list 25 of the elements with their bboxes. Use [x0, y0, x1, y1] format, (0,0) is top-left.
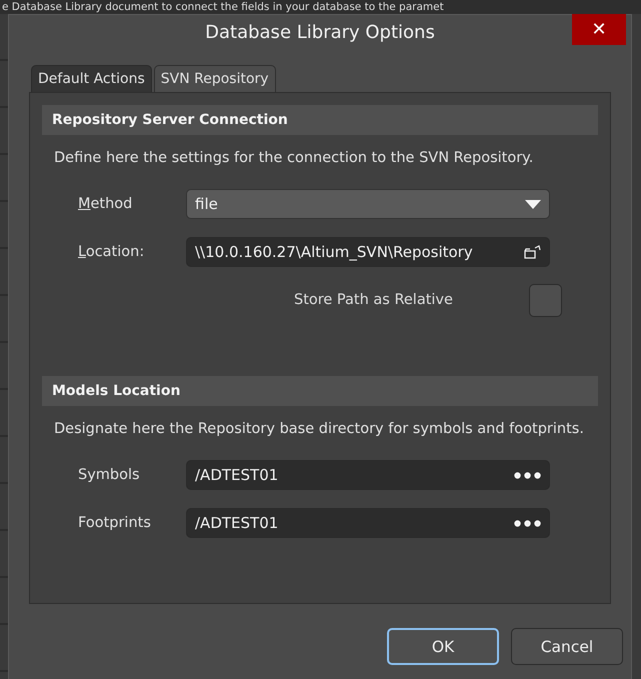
- more-icon[interactable]: [514, 472, 541, 478]
- field-label: Symbols: [77, 467, 141, 483]
- dialog-button[interactable]: OK: [387, 628, 499, 665]
- window-title: Database Library Options: [205, 22, 435, 42]
- path-field[interactable]: /ADTEST01: [186, 508, 550, 538]
- caret-icon: [525, 200, 541, 208]
- path-field[interactable]: /ADTEST01: [186, 460, 550, 490]
- field-label: Footprints: [77, 515, 152, 531]
- dialog-button[interactable]: Cancel: [511, 628, 623, 665]
- field-label: Method: [77, 196, 134, 212]
- field-label: Location:: [77, 244, 146, 260]
- close-button[interactable]: ✕: [572, 14, 626, 45]
- tab[interactable]: Default Actions: [31, 65, 152, 92]
- more-icon[interactable]: [514, 520, 541, 526]
- folder-icon[interactable]: [524, 245, 541, 259]
- section-header: Models Location: [42, 376, 598, 406]
- checkbox-label: Store Path as Relative: [294, 292, 454, 308]
- method-dropdown[interactable]: file: [186, 189, 550, 219]
- background-text: e Database Library document to connect the fields in your database to the paramet: [0, 0, 641, 14]
- relative-path-checkbox[interactable]: [529, 284, 562, 316]
- section-description: Define here the settings for the connection to the SVN Repository.: [54, 149, 534, 168]
- section-description: Designate here the Repository base directory for symbols and footprints.: [54, 420, 585, 439]
- location-field[interactable]: \\10.0.160.27\Altium_SVN\Repository: [186, 237, 550, 267]
- tab[interactable]: SVN Repository: [154, 65, 276, 92]
- section-header: Repository Server Connection: [42, 105, 598, 135]
